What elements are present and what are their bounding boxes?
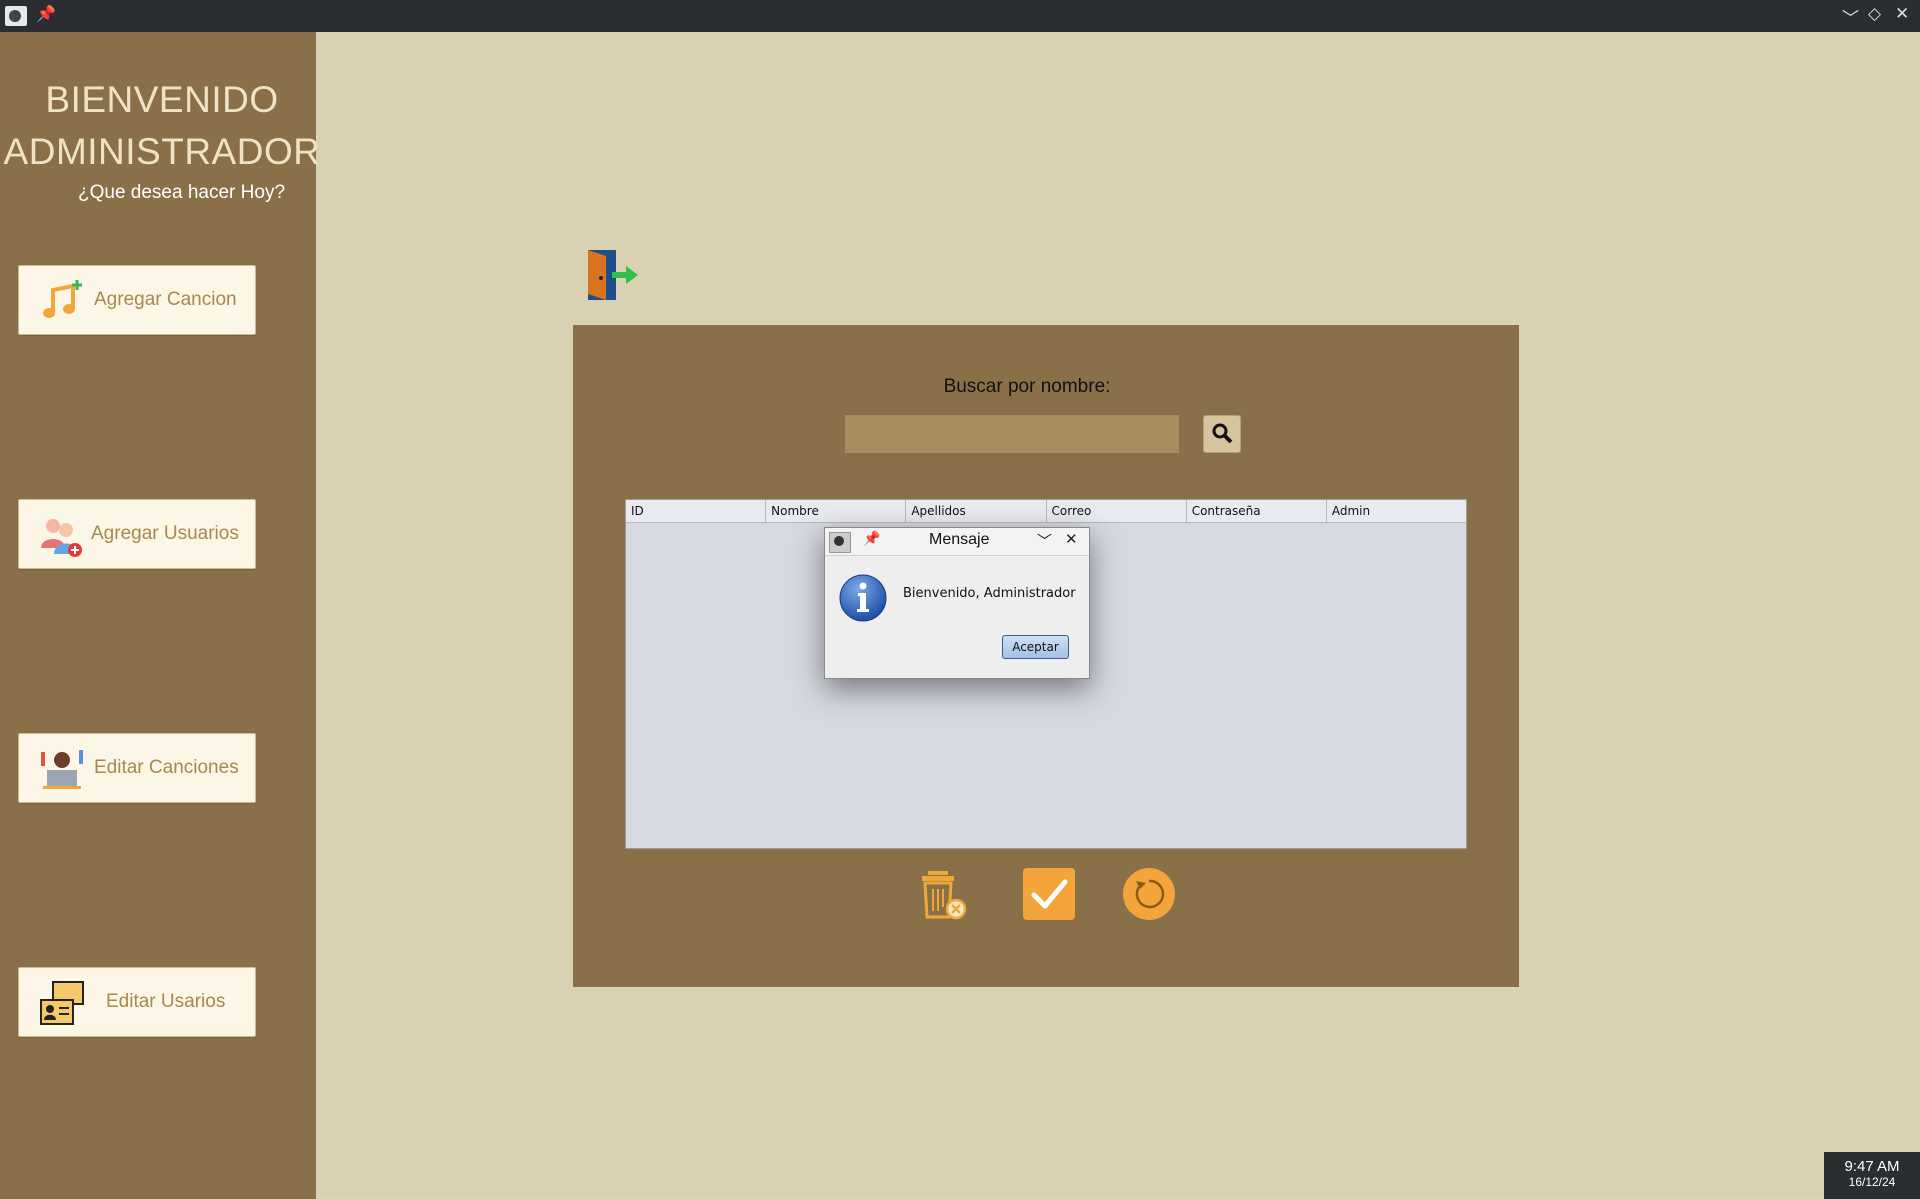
- edit-songs-button[interactable]: Editar Canciones: [18, 733, 256, 803]
- dialog-message: Bienvenido, Administrador: [903, 586, 1076, 601]
- dialog-title: Mensaje: [929, 531, 990, 548]
- search-button[interactable]: [1203, 415, 1241, 453]
- dialog-minimize-button[interactable]: ﹀: [1037, 530, 1052, 551]
- window-titlebar: 📌 ﹀ ◇ ✕: [0, 0, 1920, 32]
- maximize-button[interactable]: ◇: [1868, 4, 1881, 24]
- accept-button[interactable]: Aceptar: [1002, 635, 1069, 659]
- dialog-app-icon: [829, 532, 851, 553]
- taskbar-clock[interactable]: 9:47 AM 16/12/24: [1824, 1152, 1920, 1199]
- app-icon: [5, 6, 27, 26]
- clock-time: 9:47 AM: [1844, 1158, 1900, 1175]
- info-icon: [839, 574, 887, 622]
- pin-icon[interactable]: 📌: [36, 4, 56, 23]
- edit-songs-icon: [41, 750, 83, 789]
- welcome-subtitle: ¿Que desea hacer Hoy?: [78, 182, 286, 203]
- welcome-title: BIENVENIDO ADMINISTRADOR: [0, 74, 324, 178]
- logout-door-icon[interactable]: [584, 248, 640, 302]
- delete-trash-icon[interactable]: [916, 867, 970, 921]
- minimize-button[interactable]: ﹀: [1842, 4, 1859, 29]
- welcome-title-line1: BIENVENIDO: [45, 79, 279, 120]
- welcome-title-line2: ADMINISTRADOR: [3, 131, 321, 172]
- dialog-close-button[interactable]: ✕: [1065, 530, 1078, 548]
- search-icon: [1212, 423, 1233, 443]
- edit-users-label: Editar Usarios: [106, 991, 226, 1012]
- search-input[interactable]: [845, 415, 1179, 453]
- add-users-label: Agregar Usuarios: [91, 523, 239, 544]
- edit-users-icon: [40, 981, 84, 1025]
- dialog-pin-icon[interactable]: 📌: [863, 531, 880, 547]
- column-header-id[interactable]: ID: [626, 500, 767, 522]
- dialog-titlebar: 📌 Mensaje ﹀ ✕: [825, 528, 1089, 556]
- edit-users-button[interactable]: Editar Usarios: [18, 967, 256, 1037]
- column-header-correo[interactable]: Correo: [1047, 500, 1187, 522]
- refresh-icon[interactable]: [1122, 867, 1176, 921]
- music-add-icon: [43, 280, 82, 318]
- close-button[interactable]: ✕: [1895, 4, 1909, 24]
- add-users-icon: [41, 519, 82, 557]
- clock-date: 16/12/24: [1848, 1175, 1896, 1189]
- add-users-button[interactable]: Agregar Usuarios: [18, 499, 256, 569]
- search-label: Buscar por nombre:: [943, 376, 1111, 397]
- table-header: ID Nombre Apellidos Correo Contraseña Ad…: [626, 500, 1466, 523]
- confirm-check-icon[interactable]: [1022, 867, 1076, 921]
- sidebar: BIENVENIDO ADMINISTRADOR ¿Que desea hace…: [0, 32, 320, 1199]
- message-dialog: 📌 Mensaje ﹀ ✕ Bienvenido, Administrador …: [824, 527, 1090, 679]
- column-header-admin[interactable]: Admin: [1327, 500, 1466, 522]
- edit-songs-label: Editar Canciones: [94, 757, 239, 778]
- column-header-contrasena[interactable]: Contraseña: [1187, 500, 1327, 522]
- column-header-apellidos[interactable]: Apellidos: [906, 500, 1047, 522]
- add-song-button[interactable]: Agregar Cancion: [18, 265, 256, 335]
- column-header-nombre[interactable]: Nombre: [766, 500, 907, 522]
- add-song-label: Agregar Cancion: [94, 289, 237, 310]
